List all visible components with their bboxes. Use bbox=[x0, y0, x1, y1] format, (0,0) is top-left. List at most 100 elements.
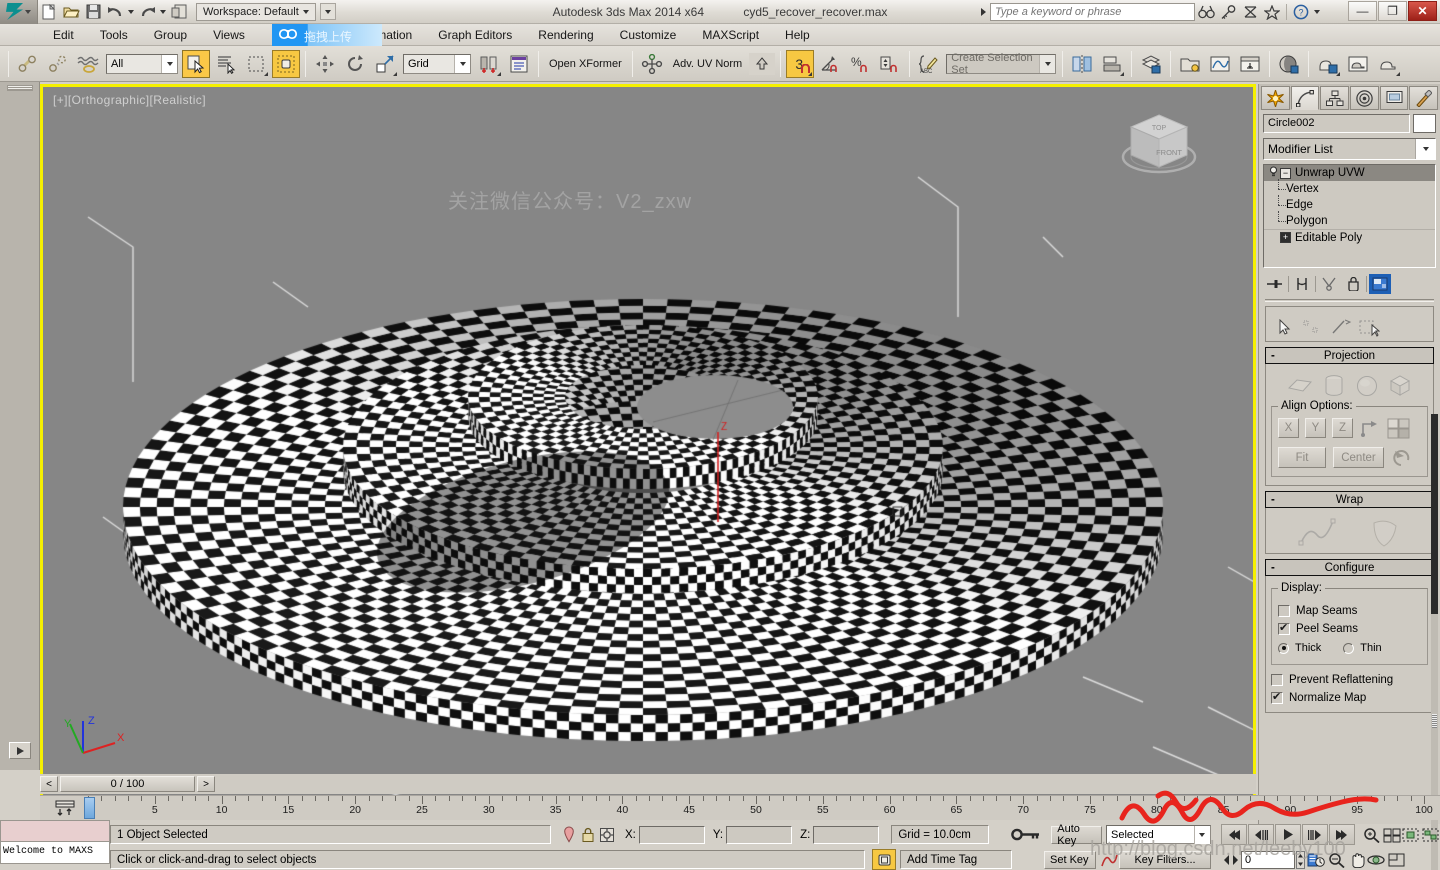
zoom-icon[interactable] bbox=[1363, 825, 1382, 845]
auto-key-button[interactable]: Auto Key bbox=[1051, 826, 1102, 844]
minimize-button[interactable]: — bbox=[1348, 1, 1377, 21]
select-and-link-icon[interactable] bbox=[14, 50, 42, 78]
adv-uv-norm-label[interactable]: Adv. UV Norm bbox=[667, 58, 748, 70]
menu-item-edit[interactable]: Edit bbox=[40, 24, 87, 46]
time-slider-handle[interactable] bbox=[84, 797, 95, 819]
listener-output-line[interactable]: Welcome to MAXS bbox=[0, 842, 110, 864]
dock-grip[interactable] bbox=[7, 85, 33, 91]
set-key-button[interactable]: Set Key bbox=[1044, 851, 1096, 869]
workspace-dropdown-button[interactable] bbox=[320, 3, 336, 20]
normalize-map-checkbox[interactable] bbox=[1271, 692, 1283, 704]
time-tag-toggle-button[interactable] bbox=[872, 849, 896, 870]
schematic-view-icon[interactable] bbox=[1236, 50, 1264, 78]
menu-item-views[interactable]: Views bbox=[200, 24, 258, 46]
listener-input-line[interactable] bbox=[0, 820, 110, 842]
chevron-down-icon[interactable] bbox=[1194, 826, 1210, 844]
bind-to-space-warp-icon[interactable] bbox=[74, 50, 102, 78]
key-filters-curve-icon[interactable] bbox=[1099, 850, 1119, 870]
isolate-selection-icon[interactable] bbox=[559, 825, 578, 845]
new-file-icon[interactable] bbox=[38, 1, 60, 23]
expand-dock-button[interactable] bbox=[9, 742, 31, 759]
map-seams-checkbox[interactable] bbox=[1278, 605, 1290, 617]
chevron-down-icon[interactable] bbox=[1415, 139, 1435, 159]
open-mini-curve-editor-icon[interactable] bbox=[54, 799, 76, 817]
current-frame-input[interactable] bbox=[1241, 851, 1295, 869]
menu-item-maxscript[interactable]: MAXScript bbox=[689, 24, 772, 46]
unlink-selection-icon[interactable] bbox=[44, 50, 72, 78]
modifier-stack[interactable]: − Unwrap UVW Vertex Edge Polygon + Edita… bbox=[1263, 164, 1436, 268]
light-bulb-icon[interactable] bbox=[1267, 166, 1280, 180]
named-selection-set-input[interactable]: Create Selection Set bbox=[946, 54, 1056, 74]
chevron-down-icon[interactable] bbox=[1039, 55, 1055, 73]
best-align-icon[interactable] bbox=[1387, 417, 1411, 439]
key-mode-toggle-button[interactable] bbox=[1005, 827, 1048, 842]
wrap-surface-icon[interactable] bbox=[1368, 517, 1402, 549]
add-time-tag-field[interactable]: Add Time Tag bbox=[900, 850, 1012, 869]
angle-snap-toggle-icon[interactable] bbox=[816, 50, 844, 78]
cylindrical-map-icon[interactable] bbox=[1322, 374, 1346, 398]
normalize-map-row[interactable]: Normalize Map bbox=[1271, 692, 1428, 704]
viewcube[interactable]: TOP FRONT bbox=[1113, 105, 1205, 183]
selection-filter-combo[interactable]: All bbox=[106, 54, 178, 74]
prevent-reflattening-checkbox[interactable] bbox=[1271, 674, 1283, 686]
align-x-button[interactable]: X bbox=[1278, 418, 1299, 438]
frame-spinner[interactable] bbox=[1295, 850, 1306, 870]
restore-button[interactable]: ❐ bbox=[1378, 1, 1407, 21]
expand-toggle-icon[interactable]: + bbox=[1280, 232, 1291, 243]
use-pivot-point-center-icon[interactable] bbox=[475, 50, 503, 78]
x-coordinate-input[interactable] bbox=[639, 826, 705, 844]
align-to-view-icon[interactable] bbox=[1359, 418, 1381, 438]
reset-icon[interactable] bbox=[1391, 448, 1413, 468]
menu-item-help[interactable]: Help bbox=[772, 24, 823, 46]
planar-map-icon[interactable] bbox=[1287, 374, 1313, 396]
menu-item-group[interactable]: Group bbox=[141, 24, 200, 46]
subscription-icon[interactable] bbox=[1239, 1, 1261, 23]
modifier-subobject-polygon[interactable]: Polygon bbox=[1264, 213, 1435, 229]
fit-button[interactable]: Fit bbox=[1278, 447, 1326, 468]
select-and-rotate-icon[interactable] bbox=[341, 50, 369, 78]
help-icon[interactable]: ? bbox=[1290, 1, 1312, 23]
undo-icon[interactable] bbox=[104, 1, 126, 23]
spinner-snap-toggle-icon[interactable] bbox=[876, 50, 904, 78]
make-unique-icon[interactable] bbox=[1318, 274, 1340, 294]
select-region-icon[interactable] bbox=[242, 50, 270, 78]
material-editor-icon[interactable] bbox=[1275, 50, 1303, 78]
search-input[interactable] bbox=[990, 3, 1195, 21]
modify-tab[interactable] bbox=[1291, 86, 1320, 110]
render-production-icon[interactable] bbox=[1374, 50, 1402, 78]
snaps-toggle-button[interactable]: 3 bbox=[786, 50, 814, 78]
go-to-end-button[interactable] bbox=[1329, 824, 1355, 845]
selection-tools-strip[interactable] bbox=[1265, 306, 1434, 342]
key-icon[interactable] bbox=[1217, 1, 1239, 23]
modifier-subobject-edge[interactable]: Edge bbox=[1264, 197, 1435, 213]
create-tab[interactable] bbox=[1261, 86, 1290, 110]
menu-item-customize[interactable]: Customize bbox=[607, 24, 690, 46]
motion-tab[interactable] bbox=[1350, 86, 1379, 110]
prevent-reflattening-row[interactable]: Prevent Reflattening bbox=[1271, 674, 1428, 686]
workspace-selector[interactable]: Workspace: Default bbox=[196, 3, 316, 21]
object-name-field[interactable]: Circle002 bbox=[1263, 114, 1410, 133]
show-end-result-icon[interactable] bbox=[1291, 274, 1313, 294]
search-dropdown-icon[interactable] bbox=[976, 1, 990, 23]
peel-seams-row[interactable]: Peel Seams bbox=[1278, 623, 1421, 635]
rollout-header-projection[interactable]: - Projection bbox=[1265, 347, 1434, 364]
layer-manager-icon[interactable] bbox=[1137, 50, 1165, 78]
utilities-tab[interactable] bbox=[1409, 86, 1438, 110]
zoom-extents-all-icon[interactable] bbox=[1421, 825, 1440, 845]
open-file-icon[interactable] bbox=[60, 1, 82, 23]
render-setup-icon[interactable] bbox=[1314, 50, 1342, 78]
frame-ruler[interactable]: 5101520253035404550556065707580859095100… bbox=[88, 796, 1434, 821]
modifier-stack-item-unwrap-uvw[interactable]: − Unwrap UVW bbox=[1264, 165, 1435, 181]
spherical-map-icon[interactable] bbox=[1355, 374, 1379, 398]
object-color-swatch[interactable] bbox=[1413, 114, 1436, 133]
align-y-button[interactable]: Y bbox=[1305, 418, 1326, 438]
zoom-region-icon[interactable] bbox=[1326, 850, 1346, 870]
select-and-move-icon[interactable] bbox=[311, 50, 339, 78]
binoculars-icon[interactable] bbox=[1195, 1, 1217, 23]
menu-item-rendering[interactable]: Rendering bbox=[525, 24, 606, 46]
zoom-all-icon[interactable] bbox=[1382, 825, 1401, 845]
window-crossing-toggle[interactable] bbox=[272, 50, 300, 78]
help-dropdown-icon[interactable] bbox=[1312, 1, 1322, 23]
viewport[interactable]: [+][Orthographic][Realistic] 关注微信公众号：V2_… bbox=[40, 84, 1256, 800]
select-and-scale-icon[interactable] bbox=[371, 50, 399, 78]
